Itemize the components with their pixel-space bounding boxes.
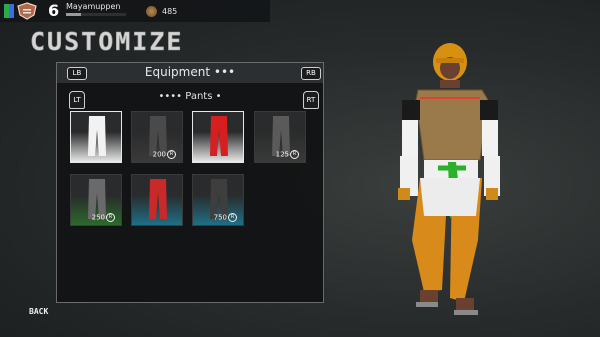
back-button[interactable]: BACK	[29, 307, 48, 316]
pants-item-4[interactable]: 125 R	[254, 111, 306, 163]
pants-icon	[148, 179, 168, 221]
pants-item-6[interactable]	[131, 174, 183, 226]
currency-icon: R	[290, 150, 299, 159]
character-avatar	[380, 40, 520, 330]
pants-item-2[interactable]: 200 R	[131, 111, 183, 163]
xp-bar	[66, 13, 126, 16]
currency-icon: R	[228, 213, 237, 222]
player-name: Mayamuppen	[66, 2, 121, 11]
item-price-value: 750	[213, 213, 227, 222]
player-level: 6	[48, 1, 60, 20]
item-price: 750 R	[214, 213, 237, 222]
pants-item-3[interactable]	[192, 111, 244, 163]
coin-icon	[146, 6, 157, 17]
panel-title: Equipment •••	[144, 65, 236, 79]
rb-button[interactable]: RB	[301, 67, 321, 80]
pants-icon	[209, 116, 229, 158]
panel-header: LB Equipment ••• RB	[57, 63, 323, 83]
xp-bar-fill	[66, 13, 81, 16]
item-price: 200 R	[153, 150, 176, 159]
category-label: •••• Pants •	[158, 91, 222, 102]
equipment-panel: LB Equipment ••• RB LT •••• Pants • RT 2…	[56, 62, 324, 303]
pants-item-5[interactable]: 250 R	[70, 174, 122, 226]
item-price-value: 250	[91, 213, 105, 222]
rank-shield-icon	[16, 2, 38, 20]
pants-icon	[87, 116, 107, 158]
coin-count: 485	[162, 7, 178, 16]
item-price: 250 R	[92, 213, 115, 222]
page-title: CUSTOMIZE	[30, 27, 184, 57]
player-status-bar: 6 Mayamuppen 485	[0, 0, 270, 22]
currency-icon: R	[106, 213, 115, 222]
pants-item-7[interactable]: 750 R	[192, 174, 244, 226]
team-flag-icon	[4, 4, 14, 18]
item-price: 125 R	[276, 150, 299, 159]
pants-item-1[interactable]	[70, 111, 122, 163]
item-price-value: 125	[275, 150, 289, 159]
rt-button[interactable]: RT	[303, 91, 319, 109]
currency-icon: R	[167, 150, 176, 159]
item-price-value: 200	[152, 150, 166, 159]
